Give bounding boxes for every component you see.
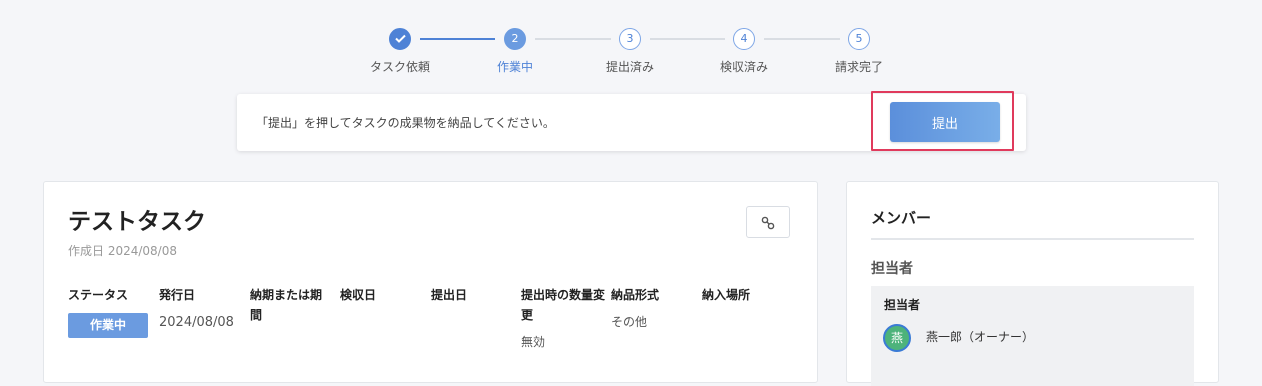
task-created-date: 作成日 2024/08/08 <box>68 244 177 258</box>
quantity-change-value: 無効 <box>521 335 546 349</box>
progress-stepper: タスク依頼 2 作業中 3 提出済み 4 検収済み 5 請求完了 <box>0 0 1262 80</box>
col-header-issue-date: 発行日 <box>159 288 196 302</box>
col-header-inspection-date: 検収日 <box>340 288 377 302</box>
task-title: テストタスク <box>68 209 206 235</box>
col-header-delivery-place: 納入場所 <box>702 288 751 302</box>
link-icon <box>761 216 775 230</box>
col-header-submit-date: 提出日 <box>431 288 468 302</box>
col-header-deadline: 納期または期間 <box>250 288 323 322</box>
status-badge: 作業中 <box>68 313 148 338</box>
step-4-circle: 4 <box>733 28 755 50</box>
issue-date-value: 2024/08/08 <box>159 315 234 330</box>
step-label-1: タスク依頼 <box>369 60 430 74</box>
step-5-circle: 5 <box>848 28 870 50</box>
step-connector <box>420 38 495 40</box>
submit-instruction: 「提出」を押してタスクの成果物を納品してください。 <box>256 116 555 130</box>
assignee-section-label: 担当者 <box>871 261 913 277</box>
step-1-check-icon <box>389 28 411 50</box>
submit-button[interactable]: 提出 <box>890 102 1000 142</box>
col-header-status: ステータス <box>68 288 129 302</box>
step-label-3: 提出済み <box>605 60 654 74</box>
step-label-2: 作業中 <box>496 60 533 74</box>
delivery-format-value: その他 <box>611 315 648 329</box>
step-connector <box>650 38 725 40</box>
assignee-name[interactable]: 燕一郎（オーナー） <box>926 328 1034 345</box>
copy-link-button[interactable] <box>746 206 790 238</box>
step-label-4: 検収済み <box>719 60 768 74</box>
col-header-delivery-format: 納品形式 <box>611 288 660 302</box>
step-3-circle: 3 <box>619 28 641 50</box>
member-title: メンバー <box>871 209 932 227</box>
assignee-box: 担当者 燕 燕一郎（オーナー） <box>871 286 1194 386</box>
assignee-box-label: 担当者 <box>884 298 921 312</box>
step-connector <box>764 38 840 40</box>
step-2-circle: 2 <box>504 28 526 50</box>
divider <box>871 238 1194 240</box>
step-connector <box>535 38 611 40</box>
member-card: メンバー 担当者 担当者 燕 燕一郎（オーナー） <box>846 181 1219 386</box>
task-card: テストタスク 作成日 2024/08/08 ステータス 発行日 納期または期間 … <box>43 181 818 383</box>
avatar[interactable]: 燕 <box>883 324 911 352</box>
step-label-5: 請求完了 <box>834 60 883 74</box>
col-header-quantity-change: 提出時の数量変更 <box>521 288 606 322</box>
